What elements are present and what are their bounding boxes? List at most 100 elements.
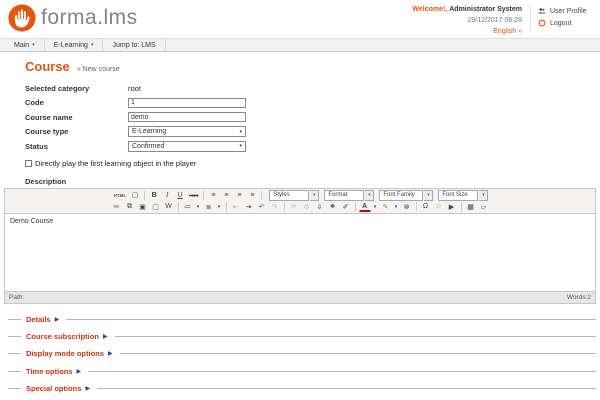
section-label: Details (26, 315, 51, 324)
toolbar-separator (144, 191, 145, 200)
special-char-button[interactable]: Ω (420, 201, 432, 212)
section-rule-left (8, 388, 21, 389)
menu-item-e-learning[interactable]: E-Learning▾ (45, 39, 104, 51)
numbered-list-button[interactable]: ≣ (203, 201, 215, 212)
styles-select-chevron-icon[interactable]: ▾ (310, 190, 319, 201)
menu-item-label: E-Learning (54, 42, 88, 49)
editor-content-area[interactable]: Demo Course (5, 213, 595, 291)
section-special-options[interactable]: Special options▶ (8, 380, 596, 397)
align-justify-button[interactable]: ≡ (246, 190, 258, 201)
section-rule-left (8, 336, 21, 337)
course-form: Selected category root Code Course name … (25, 81, 600, 169)
autoplay-checkbox[interactable] (25, 160, 32, 167)
logout-link[interactable]: Logout (538, 17, 594, 29)
editor-path-label: Path: (9, 294, 24, 301)
forecolor-menu-button[interactable]: ▾ (372, 201, 379, 212)
align-right-button[interactable]: ≡ (233, 190, 245, 201)
accordion-sections: Details▶Course subscription▶Display mode… (8, 311, 596, 400)
expand-arrow-icon: ▶ (103, 333, 108, 340)
toolbar-separator (203, 191, 204, 200)
anchor-button[interactable]: ⇓ (314, 201, 326, 212)
caret-down-icon: ▾ (91, 42, 94, 48)
logout-icon (538, 19, 546, 27)
header-user-info: Welcome!, Administrator System 29/12/201… (412, 5, 522, 38)
styles-select[interactable]: Styles (269, 190, 309, 201)
fontfamily-select[interactable]: Font Family (379, 190, 423, 201)
profile-links: User Profile Logout (530, 5, 594, 29)
expand-arrow-icon: ▶ (108, 350, 113, 357)
underline-button[interactable]: U (174, 190, 186, 201)
indent-button[interactable]: ⇥ (243, 201, 255, 212)
image-button[interactable]: ♣ (327, 201, 339, 212)
copy-button[interactable]: ⧉ (124, 201, 136, 212)
numbered-list-menu-button[interactable]: ▾ (216, 201, 223, 212)
strikethrough-button[interactable]: ABC (187, 190, 200, 201)
align-left-button[interactable]: ≡ (207, 190, 219, 201)
menu-item-main[interactable]: Main▾ (5, 39, 45, 51)
unlink-button[interactable]: ⊘ (301, 201, 313, 212)
italic-button[interactable]: I (161, 190, 173, 201)
toolbar-separator (261, 191, 262, 200)
align-center-button[interactable]: ≡ (220, 190, 232, 201)
cleanup-button[interactable]: ✐ (340, 201, 352, 212)
user-profile-link[interactable]: User Profile (538, 5, 594, 17)
emoticons-button[interactable]: ☺ (433, 201, 445, 212)
fontsize-select[interactable]: Font Size (438, 190, 478, 201)
editor-status-bar: Path: Words:2 (5, 291, 595, 303)
selected-category-row: Selected category root (25, 81, 600, 96)
backcolor-button[interactable]: ✎ (380, 201, 392, 212)
link-button[interactable]: ∞ (288, 201, 300, 212)
format-select[interactable]: Format (324, 190, 364, 201)
hand-logo-icon (7, 3, 37, 33)
status-value: Confirmed (132, 143, 164, 150)
description-editor: HTML▢BIUABC≡≡≡≡Styles▾Format▾Font Family… (4, 188, 596, 304)
editor-toolbar-row2: ✂⧉▣▢W≔▾≣▾⇤⇥↶↷∞⊘⇓♣✐A▾✎▾⊗Ω☺▶▦▱ (5, 201, 595, 213)
code-input[interactable] (128, 98, 246, 108)
toolbar-separator (355, 202, 356, 211)
section-rule-right (97, 388, 596, 389)
paste-text-button[interactable]: ▢ (150, 201, 162, 212)
section-display-mode-options[interactable]: Display mode options▶ (8, 345, 596, 362)
fontfamily-select-chevron-icon[interactable]: ▾ (424, 190, 433, 201)
section-label: Course subscription (26, 332, 99, 341)
editor-word-count: Words:2 (567, 294, 591, 301)
backcolor-menu-button[interactable]: ▾ (393, 201, 400, 212)
status-select[interactable]: Confirmed ▾ (128, 141, 246, 152)
toolbar-separator (284, 202, 285, 211)
forecolor-button[interactable]: A (359, 202, 371, 212)
course-name-row: Course name (25, 110, 600, 125)
language-selector[interactable]: English » (412, 27, 522, 38)
undo-button[interactable]: ↶ (256, 201, 268, 212)
fontsize-select-chevron-icon[interactable]: ▾ (479, 190, 488, 201)
bullet-list-menu-button[interactable]: ▾ (195, 201, 202, 212)
cut-button[interactable]: ✂ (111, 201, 123, 212)
section-time-options[interactable]: Time options▶ (8, 363, 596, 380)
remove-format-button[interactable]: ⊗ (401, 201, 413, 212)
forma-lms-logo[interactable]: forma.lms (7, 3, 138, 33)
template-button[interactable]: ▱ (478, 201, 490, 212)
paste-button[interactable]: ▣ (137, 201, 149, 212)
section-rule-right (88, 371, 596, 372)
section-label: Time options (26, 367, 73, 376)
page-title: Course (25, 59, 70, 74)
html-source-button[interactable]: HTML (112, 190, 129, 201)
redo-button[interactable]: ↷ (269, 201, 281, 212)
user-name: Administrator System (449, 6, 522, 13)
paste-word-button[interactable]: W (163, 201, 175, 212)
menu-item-label: Jump to: LMS (112, 42, 155, 49)
media-button[interactable]: ▶ (446, 201, 458, 212)
welcome-text: Welcome!, (412, 6, 447, 13)
outdent-button[interactable]: ⇤ (230, 201, 242, 212)
section-rule-right (66, 319, 596, 320)
section-course-subscription[interactable]: Course subscription ▶ (8, 328, 596, 345)
section-details[interactable]: Details▶ (8, 311, 596, 328)
course-type-select[interactable]: E-Learning ▾ (128, 126, 246, 137)
new-document-button[interactable]: ▢ (129, 190, 141, 201)
bold-button[interactable]: B (148, 190, 160, 201)
breadcrumb-current: » New course (77, 66, 120, 73)
table-button[interactable]: ▦ (465, 201, 477, 212)
course-name-input[interactable] (128, 112, 246, 122)
format-select-chevron-icon[interactable]: ▾ (365, 190, 374, 201)
menu-item-jump-to-lms[interactable]: Jump to: LMS (103, 39, 165, 51)
bullet-list-button[interactable]: ≔ (182, 201, 194, 212)
